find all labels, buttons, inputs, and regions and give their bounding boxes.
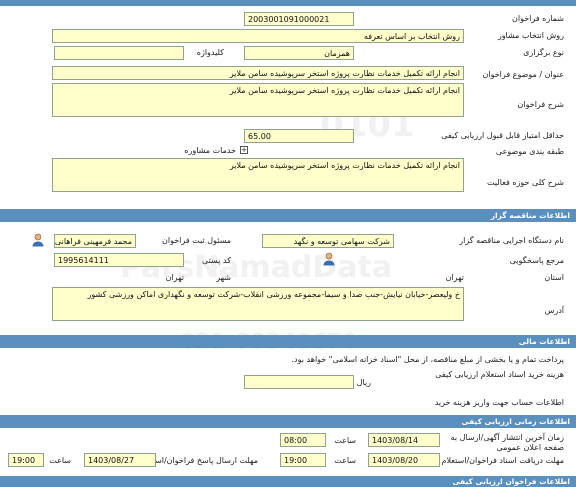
min-score-label: حداقل امتیاز قابل قبول ارزیابی کیفی bbox=[441, 131, 564, 140]
scope-field[interactable]: انجام ارائه تکمیل خدمات نظارت پروژه استخ… bbox=[52, 158, 464, 192]
category-label: طبقه بندی موضوعی bbox=[495, 147, 564, 156]
top-section-bar bbox=[0, 0, 576, 6]
publish-time-label: ساعت bbox=[334, 436, 356, 445]
receive-label: مهلت دریافت اسناد فراخوان/استعلام bbox=[441, 456, 564, 465]
number-field[interactable]: 2003001091000021 bbox=[244, 12, 354, 26]
org-label: نام دستگاه اجرایی مناقصه گزار bbox=[459, 236, 564, 245]
timing-section-header: اطلاعات زمانی ارزیابی کیفی bbox=[0, 415, 576, 428]
keyword-field[interactable] bbox=[54, 46, 184, 60]
account-label: اطلاعات حساب جهت واریز هزینه خرید bbox=[434, 398, 564, 407]
reference-person-icon[interactable] bbox=[322, 252, 336, 266]
publish-label: زمان آخرین انتشار آگهی/ارسال به صفحه اعل… bbox=[450, 433, 564, 452]
category-value: خدمات مشاوره bbox=[184, 146, 236, 155]
send-time-field[interactable]: 19:00 bbox=[8, 453, 44, 467]
responsible-field[interactable]: محمد فرمهینی فراهانی bbox=[54, 234, 136, 248]
responsible-person-icon[interactable] bbox=[31, 233, 45, 247]
fee-currency: ریال bbox=[356, 378, 371, 387]
address-field[interactable]: خ ولیعصر-خیابان نیایش-جنب صدا و سیما-مجم… bbox=[52, 287, 464, 321]
description-label: شرح فراخوان bbox=[517, 100, 564, 109]
address-label: آدرس bbox=[544, 306, 564, 315]
publish-date-field[interactable]: 1403/08/14 bbox=[368, 433, 440, 447]
number-label: شماره فراخوان bbox=[512, 14, 564, 23]
financial-note: پرداخت تمام و یا بخشی از مبلغ مناقصه، از… bbox=[291, 355, 564, 364]
postal-field[interactable]: 1995614111 bbox=[54, 253, 184, 267]
postal-label: کد پستی bbox=[202, 256, 231, 265]
keyword-label: کلیدواژه bbox=[196, 48, 224, 57]
scope-label: شرح کلی حوزه فعالیت bbox=[487, 178, 564, 187]
province-label: استان bbox=[544, 273, 564, 282]
type-label: نوع برگزاری bbox=[523, 48, 564, 57]
receive-time-label: ساعت bbox=[334, 456, 356, 465]
subject-label: عنوان / موضوع فراخوان bbox=[482, 70, 565, 79]
province-value: تهران bbox=[445, 273, 464, 282]
send-date-field[interactable]: 1403/08/27 bbox=[84, 453, 156, 467]
category-toggle-icon[interactable]: + bbox=[240, 146, 248, 154]
receive-date-field[interactable]: 1403/08/20 bbox=[368, 453, 440, 467]
reference-label: مرجع پاسخگویی bbox=[509, 256, 564, 265]
fee-field[interactable] bbox=[244, 375, 354, 389]
method-label: روش انتخاب مشاور bbox=[497, 31, 564, 40]
fee-label: هزینه خرید اسناد استعلام ارزیابی کیفی bbox=[435, 370, 564, 379]
type-field[interactable]: همزمان bbox=[244, 46, 354, 60]
method-field[interactable]: روش انتخاب بر اساس تعرفه bbox=[52, 29, 464, 43]
city-value: تهران bbox=[165, 273, 184, 282]
send-label: مهلت ارسال پاسخ فراخوان/استعلام bbox=[139, 456, 258, 465]
responsible-label: مسئول ثبت فراخوان bbox=[162, 236, 231, 245]
send-time-label: ساعت bbox=[49, 456, 71, 465]
description-field[interactable]: انجام ارائه تکمیل خدمات نظارت پروژه استخ… bbox=[52, 83, 464, 117]
footer-section-header: اطلاعات فراخوان ارزیابی کیفی bbox=[0, 476, 576, 487]
publish-time-field[interactable]: 08:00 bbox=[280, 433, 326, 447]
org-field[interactable]: شرکت سهامی توسعه و نگهد bbox=[262, 234, 394, 248]
subject-field[interactable]: انجام ارائه تکمیل خدمات نظارت پروژه استخ… bbox=[52, 66, 464, 80]
city-label: شهر bbox=[216, 273, 231, 282]
financial-section-header: اطلاعات مالی bbox=[0, 335, 576, 348]
organizer-section-header: اطلاعات مناقصه گزار bbox=[0, 209, 576, 222]
receive-time-field[interactable]: 19:00 bbox=[280, 453, 326, 467]
min-score-field[interactable]: 65.00 bbox=[244, 129, 354, 143]
